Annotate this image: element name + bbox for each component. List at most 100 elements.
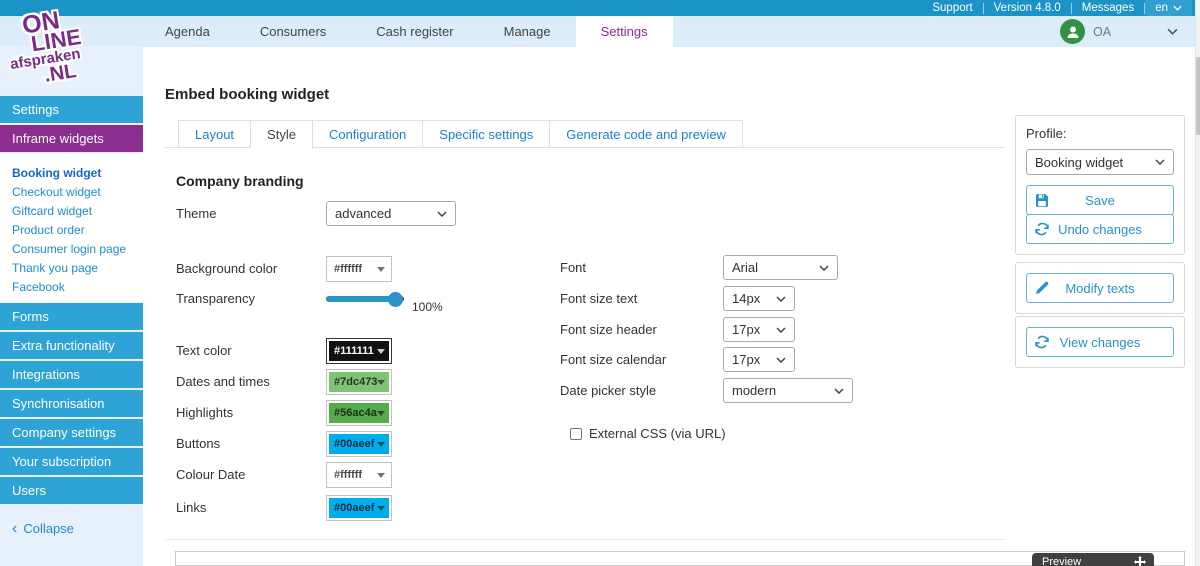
chevron-down-icon	[819, 264, 829, 271]
sidebar-item-users[interactable]: Users	[0, 477, 143, 504]
external-css-checkbox[interactable]	[570, 427, 582, 440]
dropdown-arrow-icon	[377, 442, 385, 447]
font-size-text-select[interactable]: 14px	[723, 286, 795, 311]
sidebar: Settings Inframe widgets Booking widget …	[0, 47, 143, 566]
profile-select[interactable]: Booking widget	[1026, 149, 1174, 175]
sidebar-item-facebook[interactable]: Facebook	[12, 278, 143, 297]
nav-item-consumers[interactable]: Consumers	[235, 16, 351, 47]
colour-date-picker[interactable]: #ffffff	[326, 462, 392, 488]
profile-panel: Profile: Booking widget Save Undo change…	[1015, 115, 1185, 255]
nav-item-cash-register[interactable]: Cash register	[351, 16, 478, 47]
chevron-down-icon	[1155, 159, 1165, 165]
user-menu[interactable]: OA	[1060, 16, 1200, 47]
sidebar-item-checkout-widget[interactable]: Checkout widget	[12, 183, 143, 202]
chevron-left-icon: ‹	[12, 520, 18, 537]
external-css-row: External CSS (via URL)	[570, 426, 726, 441]
dropdown-arrow-icon	[377, 473, 385, 478]
buttons-color-picker[interactable]: #00aeef	[326, 431, 392, 457]
tab-layout[interactable]: Layout	[178, 120, 252, 148]
sidebar-item-extra-functionality[interactable]: Extra functionality	[0, 332, 143, 359]
font-size-calendar-select[interactable]: 17px	[723, 347, 795, 372]
sidebar-item-settings[interactable]: Settings	[0, 96, 143, 123]
background-color-label: Background color	[176, 261, 278, 276]
save-button[interactable]: Save	[1026, 185, 1174, 215]
version-label: Version 4.8.0	[993, 2, 1061, 14]
sidebar-item-integrations[interactable]: Integrations	[0, 361, 143, 388]
sidebar-item-product-order[interactable]: Product order	[12, 221, 143, 240]
save-icon	[1036, 194, 1048, 207]
dates-times-color-picker[interactable]: #7dc473	[326, 369, 392, 395]
dates-times-color-value: #7dc473	[334, 376, 378, 388]
theme-value: advanced	[335, 206, 392, 221]
view-changes-label: View changes	[1059, 334, 1141, 350]
refresh-icon	[1035, 222, 1049, 236]
nav-item-settings[interactable]: Settings	[575, 16, 673, 47]
messages-link[interactable]: Messages	[1072, 0, 1144, 16]
colour-date-value: #ffffff	[334, 469, 363, 481]
tab-generate-code[interactable]: Generate code and preview	[550, 120, 743, 148]
dropdown-arrow-icon	[377, 411, 385, 416]
theme-select[interactable]: advanced	[326, 201, 456, 226]
font-value: Arial	[732, 260, 759, 275]
font-size-calendar-value: 17px	[732, 352, 761, 367]
undo-changes-button[interactable]: Undo changes	[1026, 214, 1174, 244]
tab-bar: Layout Style Configuration Specific sett…	[178, 120, 743, 149]
scrollbar-thumb[interactable]	[1196, 57, 1200, 135]
nav-item-manage[interactable]: Manage	[479, 16, 576, 47]
collapse-sidebar-button[interactable]: ‹ Collapse	[12, 520, 74, 538]
preview-label: Preview	[1042, 555, 1082, 566]
chevron-down-icon[interactable]	[1167, 28, 1178, 35]
slider-thumb[interactable]	[388, 292, 403, 307]
tab-specific-settings[interactable]: Specific settings	[423, 120, 551, 148]
chevron-down-icon	[834, 387, 844, 394]
font-size-header-select[interactable]: 17px	[723, 317, 795, 342]
view-changes-button[interactable]: View changes	[1026, 327, 1174, 357]
theme-label: Theme	[176, 206, 217, 221]
sidebar-item-thank-you-page[interactable]: Thank you page	[12, 259, 143, 278]
sidebar-item-iframe-widgets[interactable]: Inframe widgets	[0, 125, 143, 152]
tab-configuration[interactable]: Configuration	[312, 120, 424, 148]
avatar[interactable]	[1060, 19, 1085, 44]
links-color-picker[interactable]: #00aeef	[326, 495, 392, 521]
chevron-down-icon	[776, 295, 786, 302]
links-label: Links	[176, 500, 207, 515]
highlights-color-value: #56ac4a	[334, 407, 377, 419]
language-dropdown[interactable]: en	[1145, 0, 1192, 16]
sidebar-item-your-subscription[interactable]: Your subscription	[0, 448, 143, 475]
onlineafspraken-logo[interactable]: ON LINE afspraken .NL	[0, 0, 123, 100]
links-color-value: #00aeef	[334, 502, 375, 514]
font-size-text-value: 14px	[732, 291, 761, 306]
page-title: Embed booking widget	[165, 86, 330, 103]
date-picker-style-select[interactable]: modern	[723, 378, 853, 403]
font-size-text-label: Font size text	[560, 291, 638, 306]
highlights-color-picker[interactable]: #56ac4a	[326, 400, 392, 426]
sidebar-item-booking-widget[interactable]: Booking widget	[12, 164, 143, 183]
dropdown-arrow-icon	[377, 267, 385, 272]
text-color-picker[interactable]: #111111	[326, 338, 392, 364]
background-color-picker[interactable]: #ffffff	[326, 256, 392, 282]
preview-drag-handle[interactable]: Preview	[1032, 553, 1154, 566]
sidebar-item-company-settings[interactable]: Company settings	[0, 419, 143, 446]
scrollbar[interactable]	[1195, 0, 1200, 566]
chevron-down-icon	[437, 210, 447, 217]
transparency-label: Transparency	[176, 291, 255, 306]
transparency-slider[interactable]	[326, 292, 404, 307]
sidebar-item-synchronisation[interactable]: Synchronisation	[0, 390, 143, 417]
chevron-down-icon	[1173, 5, 1182, 11]
sidebar-item-forms[interactable]: Forms	[0, 303, 143, 330]
modify-texts-panel: Modify texts	[1015, 262, 1185, 314]
background-color-value: #ffffff	[334, 263, 363, 275]
sidebar-item-consumer-login-page[interactable]: Consumer login page	[12, 240, 143, 259]
nav-item-agenda[interactable]: Agenda	[140, 16, 235, 47]
font-label: Font	[560, 260, 587, 275]
support-link[interactable]: Support	[922, 0, 982, 16]
modify-texts-button[interactable]: Modify texts	[1026, 273, 1174, 303]
font-size-header-value: 17px	[732, 322, 761, 337]
pencil-icon	[1036, 281, 1049, 294]
language-label: en	[1155, 2, 1168, 14]
tab-style[interactable]: Style	[251, 120, 313, 149]
font-select[interactable]: Arial	[723, 255, 838, 280]
sidebar-item-giftcard-widget[interactable]: Giftcard widget	[12, 202, 143, 221]
nav-items: Agenda Consumers Cash register Manage Se…	[140, 16, 673, 47]
collapse-label: Collapse	[23, 521, 74, 536]
